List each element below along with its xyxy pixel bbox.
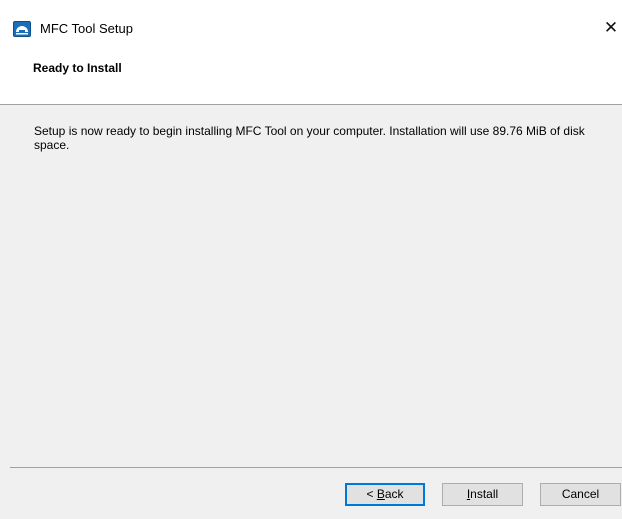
page-title: Ready to Install (33, 61, 122, 75)
footer-divider (10, 467, 622, 468)
ready-message: Setup is now ready to begin installing M… (34, 124, 585, 152)
back-label: ack (384, 487, 404, 501)
setup-dialog-icon (13, 21, 31, 37)
cancel-button[interactable]: Cancel (540, 483, 621, 506)
setup-window: MFC Tool Setup ✕ Ready to Install Setup … (0, 0, 622, 519)
close-icon[interactable]: ✕ (600, 16, 622, 40)
install-button[interactable]: Install (442, 483, 523, 506)
back-accelerator: B (376, 487, 385, 501)
back-prefix: < (366, 487, 377, 501)
install-label: nstall (470, 487, 499, 501)
back-button[interactable]: < Back (345, 483, 425, 506)
title-bar[interactable]: MFC Tool Setup ✕ (0, 0, 622, 44)
header-divider (0, 104, 622, 105)
wizard-header: Ready to Install (0, 44, 622, 104)
window-title: MFC Tool Setup (40, 21, 133, 36)
